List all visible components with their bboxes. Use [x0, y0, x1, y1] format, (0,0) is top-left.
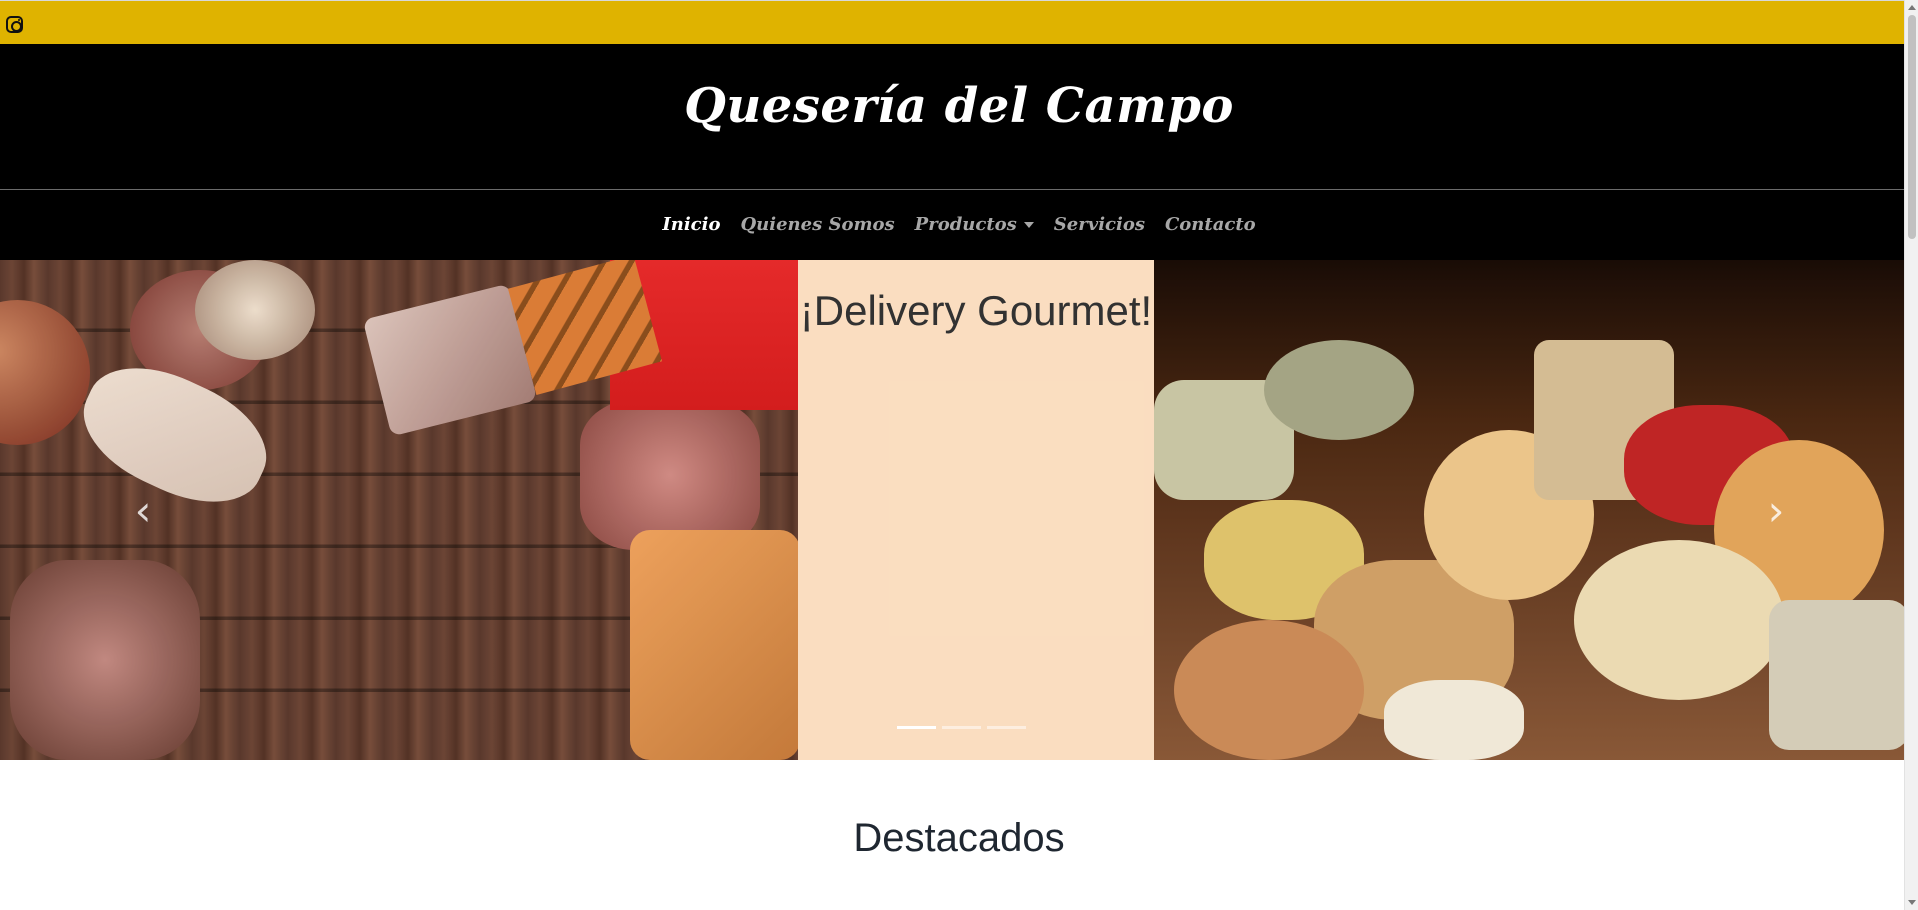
page-scrollbar[interactable] — [1904, 0, 1918, 910]
scroll-thumb[interactable] — [1908, 15, 1916, 239]
chevron-down-icon — [1023, 222, 1034, 228]
page: Quesería del Campo Inicio Quienes Somos … — [0, 0, 1918, 910]
carousel-overlay — [0, 260, 1904, 760]
nav-item-productos-label: Productos — [914, 214, 1017, 235]
carousel-next-button[interactable]: › — [1762, 490, 1790, 532]
carousel-indicator-3[interactable] — [987, 726, 1026, 729]
chevron-right-icon: › — [1767, 486, 1785, 535]
main-navigation: Inicio Quienes Somos Productos Servicios… — [0, 190, 1904, 260]
scroll-up-icon[interactable] — [1908, 5, 1916, 10]
top-bar — [0, 0, 1904, 44]
site-title[interactable]: Quesería del Campo — [0, 82, 1918, 130]
nav-item-productos[interactable]: Productos — [915, 216, 1034, 234]
nav-item-servicios[interactable]: Servicios — [1054, 216, 1145, 234]
section-title: Destacados — [853, 816, 1065, 860]
carousel-prev-button[interactable]: ‹ — [129, 490, 157, 532]
carousel-indicators — [897, 726, 1027, 730]
nav-item-inicio[interactable]: Inicio — [662, 216, 720, 234]
carousel-indicator-1[interactable] — [897, 726, 936, 729]
nav-item-contacto[interactable]: Contacto — [1165, 216, 1256, 234]
carousel-indicator-2[interactable] — [942, 726, 981, 729]
instagram-icon[interactable] — [6, 16, 23, 33]
site-header: Quesería del Campo — [0, 44, 1904, 190]
chevron-left-icon: ‹ — [134, 486, 152, 535]
hero-carousel: ¡Delivery Gourmet! ‹ › — [0, 260, 1904, 760]
nav-item-quienes-somos[interactable]: Quienes Somos — [740, 216, 894, 234]
scroll-down-icon[interactable] — [1908, 900, 1916, 905]
nav-links: Inicio Quienes Somos Productos Servicios… — [0, 216, 1918, 234]
